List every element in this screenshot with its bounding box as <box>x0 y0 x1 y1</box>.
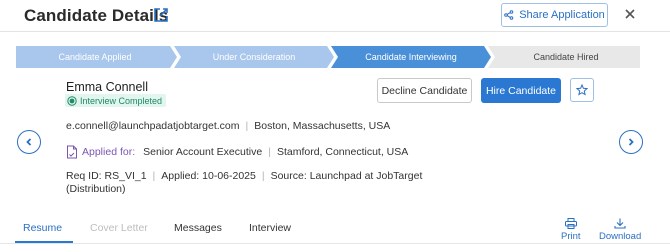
tab-cover-letter[interactable]: Cover Letter <box>90 222 148 234</box>
share-application-label: Share Application <box>519 9 605 21</box>
previous-candidate-button[interactable] <box>17 130 41 154</box>
applied-for-row: Applied for: Senior Account Executive | … <box>66 145 408 159</box>
status-text: Interview Completed <box>80 95 163 106</box>
source-suffix: (Distribution) <box>66 183 126 195</box>
meta-row: Req ID: RS_VI_1 | Applied: 10-06-2025 | … <box>66 170 422 182</box>
applied-for-label: Applied for: <box>82 146 136 158</box>
step-candidate-applied: Candidate Applied <box>58 52 132 62</box>
candidate-name: Emma Connell <box>66 80 148 94</box>
next-candidate-button[interactable] <box>619 130 643 154</box>
print-label: Print <box>561 231 581 242</box>
separator: | <box>268 146 271 158</box>
contact-row: e.connell@launchpadatjobtarget.com | Bos… <box>66 120 390 132</box>
chevron-left-icon <box>24 137 34 147</box>
tab-messages[interactable]: Messages <box>174 222 222 234</box>
download-button[interactable]: Download <box>599 218 641 242</box>
hire-candidate-button[interactable]: Hire Candidate <box>481 78 561 103</box>
header-divider <box>0 31 670 32</box>
tabs-divider <box>0 243 670 244</box>
separator: | <box>245 120 249 132</box>
tab-resume[interactable]: Resume <box>23 222 62 234</box>
candidate-email[interactable]: e.connell@launchpadatjobtarget.com <box>66 120 240 132</box>
step-candidate-hired: Candidate Hired <box>533 52 599 62</box>
position-location: Stamford, Connecticut, USA <box>276 146 409 158</box>
candidate-location: Boston, Massachusetts, USA <box>254 120 391 132</box>
share-icon <box>504 10 514 20</box>
req-id: Req ID: RS_VI_1 <box>66 170 147 182</box>
favorite-button[interactable] <box>570 78 594 102</box>
close-icon[interactable] <box>622 6 638 22</box>
download-icon <box>614 218 626 231</box>
external-link-icon[interactable] <box>152 6 170 24</box>
print-button[interactable]: Print <box>561 218 581 242</box>
check-circle-icon <box>67 95 77 106</box>
star-icon <box>576 84 588 96</box>
status-badge: Interview Completed <box>65 94 167 107</box>
position-title: Senior Account Executive <box>143 146 263 158</box>
step-candidate-interviewing: Candidate Interviewing <box>365 52 457 62</box>
separator: | <box>152 170 156 182</box>
separator: | <box>261 170 265 182</box>
document-icon <box>66 145 78 159</box>
chevron-right-icon <box>626 137 636 147</box>
download-label: Download <box>599 231 642 242</box>
share-application-button[interactable]: Share Application <box>501 3 608 27</box>
source: Source: Launchpad at JobTarget <box>270 170 423 182</box>
printer-icon <box>564 218 577 231</box>
applied-date: Applied: 10-06-2025 <box>161 170 256 182</box>
tab-interview[interactable]: Interview <box>249 222 291 234</box>
decline-candidate-button[interactable]: Decline Candidate <box>377 78 472 103</box>
step-under-consideration: Under Consideration <box>212 52 296 62</box>
progress-stepper: Candidate Applied Under Consideration Ca… <box>16 46 640 68</box>
page-title: Candidate Details <box>24 6 169 25</box>
